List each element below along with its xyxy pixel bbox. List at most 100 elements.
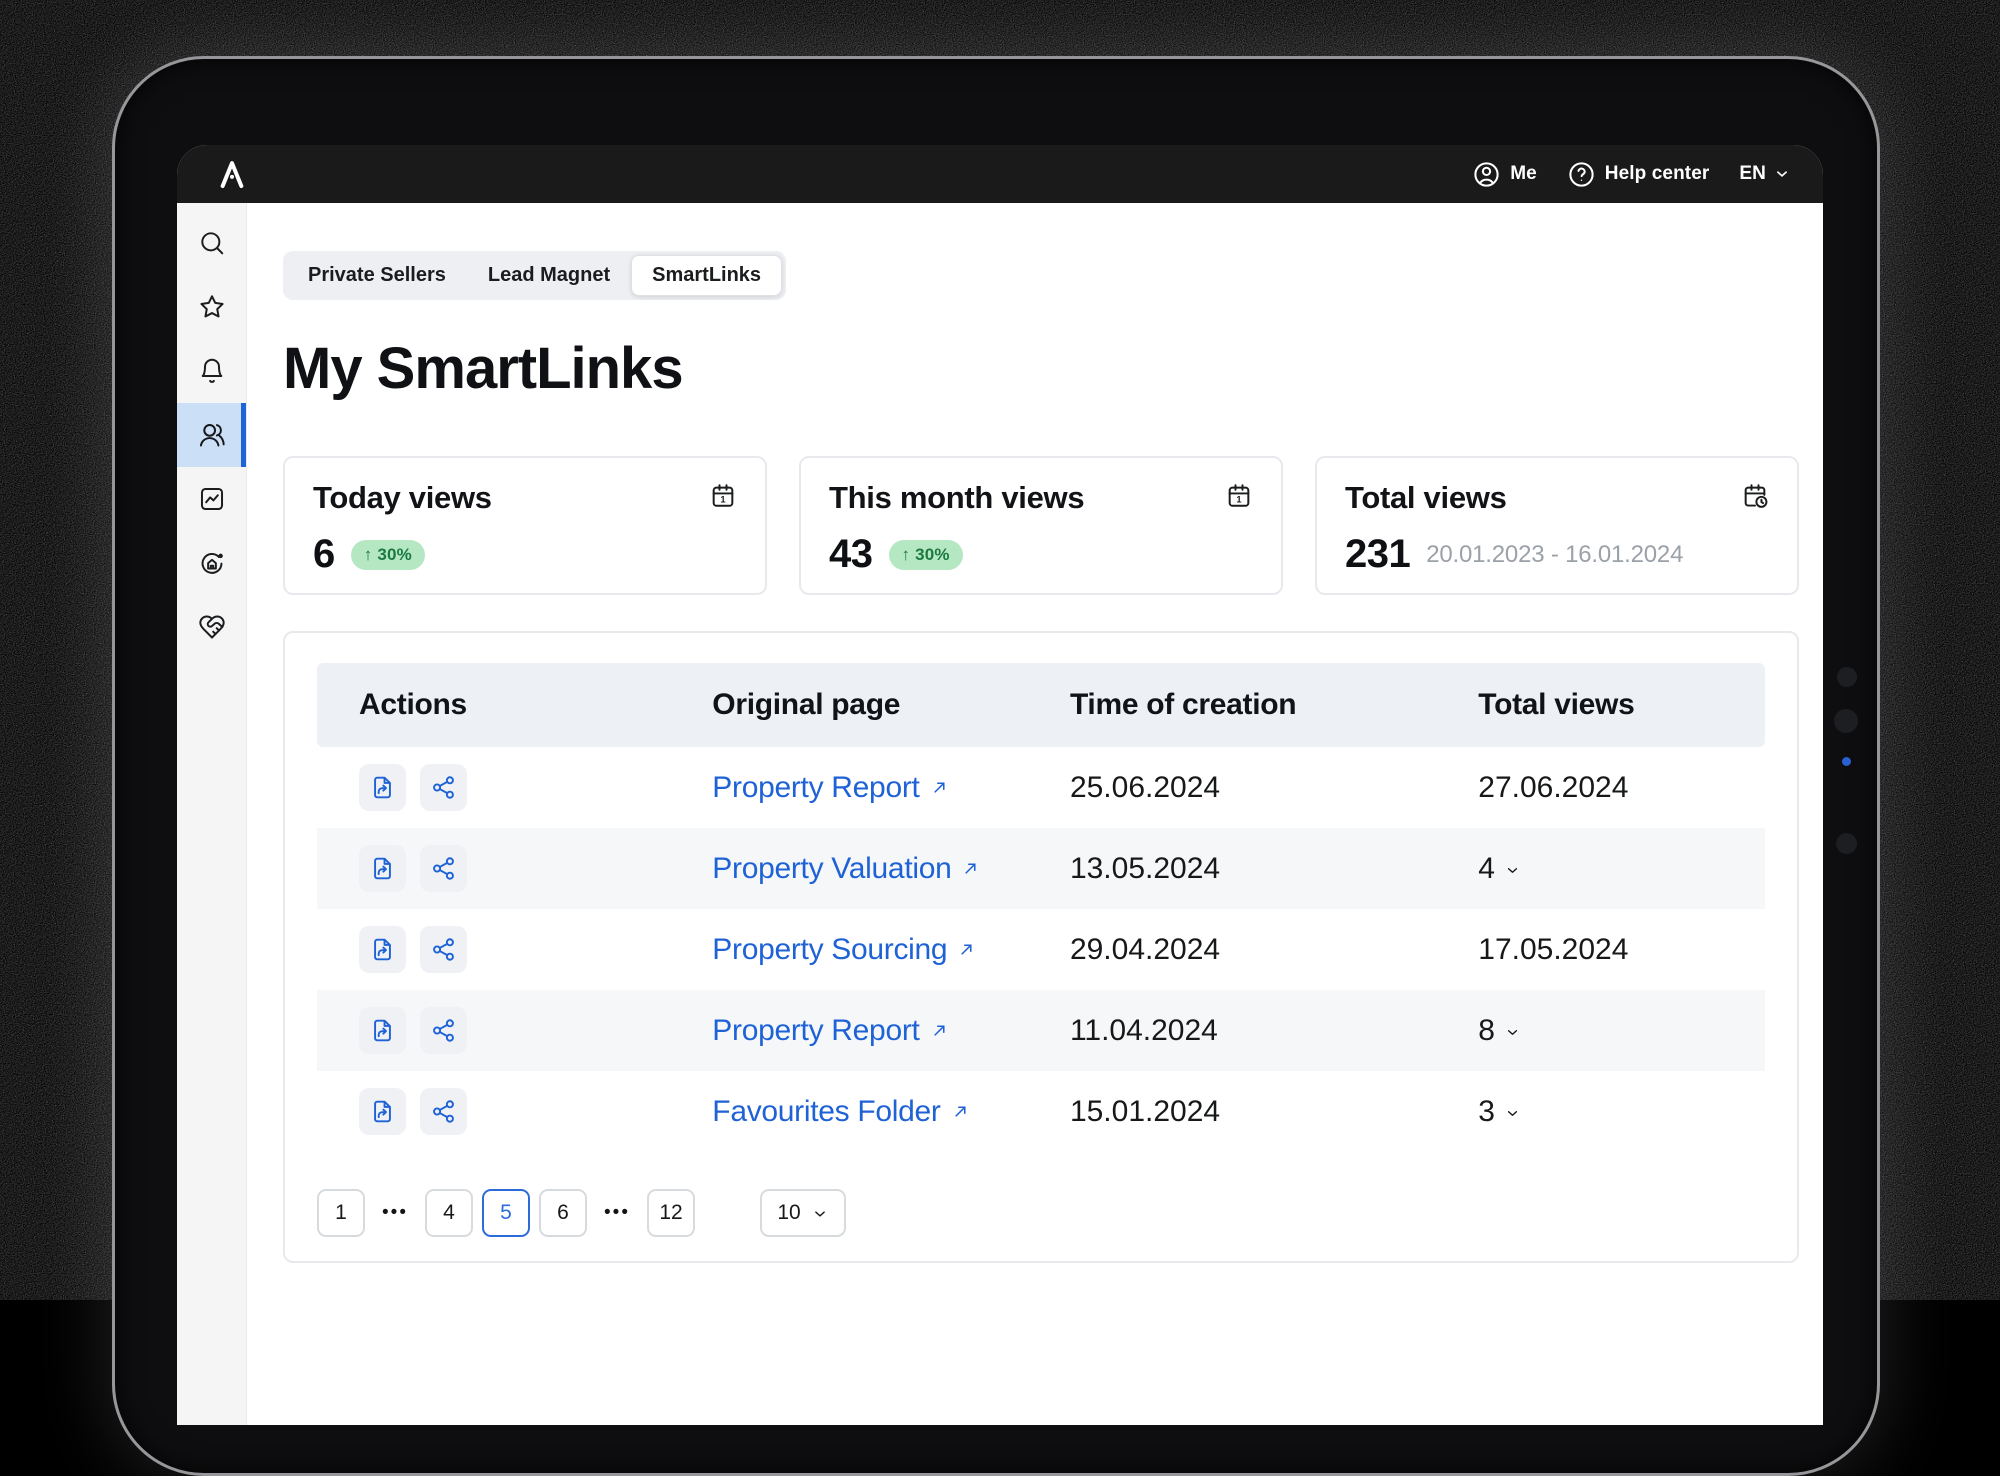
creation-date: 25.06.2024 — [1070, 771, 1478, 805]
table-row: Property Sourcing 29.04.2024 17.05.2024 — [317, 909, 1765, 990]
pagination-ellipsis: ••• — [374, 1202, 416, 1224]
share-icon — [430, 855, 457, 882]
file-open-icon — [369, 855, 396, 882]
open-file-button[interactable] — [359, 845, 406, 892]
share-icon — [430, 1098, 457, 1125]
stat-title: Total views — [1345, 478, 1507, 518]
sidebar-item-contacts[interactable] — [177, 403, 246, 467]
creation-date: 11.04.2024 — [1070, 1014, 1478, 1048]
share-icon — [430, 774, 457, 801]
file-open-icon — [369, 936, 396, 963]
table-row: Favourites Folder 15.01.2024 3 — [317, 1071, 1765, 1152]
original-page-link[interactable]: Property Report — [712, 771, 948, 805]
table-header: Actions Original page Time of creation T… — [317, 663, 1765, 747]
chevron-down-icon — [1504, 862, 1521, 879]
tab-private-sellers[interactable]: Private Sellers — [287, 255, 467, 296]
page-button-5-current[interactable]: 5 — [482, 1189, 530, 1237]
share-button[interactable] — [420, 845, 467, 892]
calendar-day-icon: 1 — [1225, 482, 1253, 510]
page-size-select[interactable]: 10 — [760, 1189, 846, 1237]
original-page-link[interactable]: Property Sourcing — [712, 933, 976, 967]
users-icon — [198, 421, 226, 449]
stat-cards: Today views 1 6 ↑ 30% — [283, 456, 1799, 595]
tab-lead-magnet[interactable]: Lead Magnet — [467, 255, 631, 296]
open-file-button[interactable] — [359, 926, 406, 973]
page-button-12[interactable]: 12 — [647, 1189, 695, 1237]
total-views-expandable[interactable]: 4 — [1478, 852, 1521, 886]
camera-dot — [1836, 833, 1857, 854]
original-page-link[interactable]: Favourites Folder — [712, 1095, 969, 1129]
total-views-expandable[interactable]: 3 — [1478, 1095, 1521, 1129]
file-open-icon — [369, 1017, 396, 1044]
total-views-expandable[interactable]: 8 — [1478, 1014, 1521, 1048]
external-link-icon — [957, 940, 976, 959]
column-header-time-of-creation: Time of creation — [1070, 688, 1478, 722]
external-link-icon — [961, 859, 980, 878]
external-link-icon — [930, 1021, 949, 1040]
camera-sensor-dot — [1842, 757, 1851, 766]
share-icon — [430, 1017, 457, 1044]
home-search-icon — [198, 549, 226, 577]
total-views-value: 27.06.2024 — [1478, 771, 1628, 805]
sidebar-item-favourites[interactable] — [177, 275, 246, 339]
file-open-icon — [369, 774, 396, 801]
share-icon — [430, 936, 457, 963]
sidebar-item-search[interactable] — [177, 211, 246, 275]
open-file-button[interactable] — [359, 1088, 406, 1135]
stat-value: 6 — [313, 532, 335, 577]
brand-logo-icon[interactable] — [197, 158, 267, 190]
handshake-icon — [198, 613, 226, 641]
original-page-link[interactable]: Property Report — [712, 1014, 948, 1048]
sidebar — [177, 203, 247, 1425]
stat-value: 43 — [829, 532, 873, 577]
sidebar-item-property-search[interactable] — [177, 531, 246, 595]
page-button-6[interactable]: 6 — [539, 1189, 587, 1237]
share-button[interactable] — [420, 926, 467, 973]
page-button-4[interactable]: 4 — [425, 1189, 473, 1237]
smartlinks-table: Actions Original page Time of creation T… — [283, 631, 1799, 1263]
main-content: Private Sellers Lead Magnet SmartLinks M… — [247, 203, 1823, 1425]
link-label: Property Valuation — [712, 852, 951, 886]
link-label: Property Report — [712, 1014, 919, 1048]
share-button[interactable] — [420, 764, 467, 811]
total-views-value: 17.05.2024 — [1478, 933, 1628, 967]
sidebar-item-notifications[interactable] — [177, 339, 246, 403]
file-open-icon — [369, 1098, 396, 1125]
column-header-original-page: Original page — [712, 688, 1070, 722]
creation-date: 15.01.2024 — [1070, 1095, 1478, 1129]
share-button[interactable] — [420, 1088, 467, 1135]
open-file-button[interactable] — [359, 764, 406, 811]
help-circle-icon — [1567, 160, 1596, 189]
date-range: 20.01.2023 - 16.01.2024 — [1426, 541, 1683, 569]
tablet-frame: Me Help center EN — [112, 56, 1880, 1476]
app-screen: Me Help center EN — [177, 145, 1823, 1425]
page-button-1[interactable]: 1 — [317, 1189, 365, 1237]
creation-date: 13.05.2024 — [1070, 852, 1478, 886]
sidebar-item-partners[interactable] — [177, 595, 246, 659]
tab-bar: Private Sellers Lead Magnet SmartLinks — [283, 251, 786, 300]
stat-title: Today views — [313, 478, 492, 518]
original-page-link[interactable]: Property Valuation — [712, 852, 980, 886]
page-size-value: 10 — [777, 1201, 800, 1225]
tab-smartlinks[interactable]: SmartLinks — [631, 255, 782, 296]
chevron-down-icon — [811, 1205, 829, 1223]
sidebar-item-analytics[interactable] — [177, 467, 246, 531]
share-button[interactable] — [420, 1007, 467, 1054]
camera-dot — [1837, 667, 1857, 687]
table-row: Property Report 25.06.2024 27.06.2024 — [317, 747, 1765, 828]
language-selector[interactable]: EN — [1739, 163, 1791, 185]
calendar-day-icon: 1 — [709, 482, 737, 510]
trend-badge: ↑ 30% — [351, 540, 425, 570]
calendar-clock-icon — [1741, 482, 1769, 510]
open-file-button[interactable] — [359, 1007, 406, 1054]
link-label: Property Report — [712, 771, 919, 805]
stat-value: 231 — [1345, 532, 1410, 577]
bell-icon — [198, 357, 226, 385]
pagination-ellipsis: ••• — [596, 1202, 638, 1224]
creation-date: 29.04.2024 — [1070, 933, 1478, 967]
chevron-down-icon — [1504, 1105, 1521, 1122]
help-center-link[interactable]: Help center — [1567, 160, 1710, 189]
search-icon — [198, 229, 226, 257]
stat-card-today: Today views 1 6 ↑ 30% — [283, 456, 767, 595]
user-menu[interactable]: Me — [1472, 160, 1537, 189]
